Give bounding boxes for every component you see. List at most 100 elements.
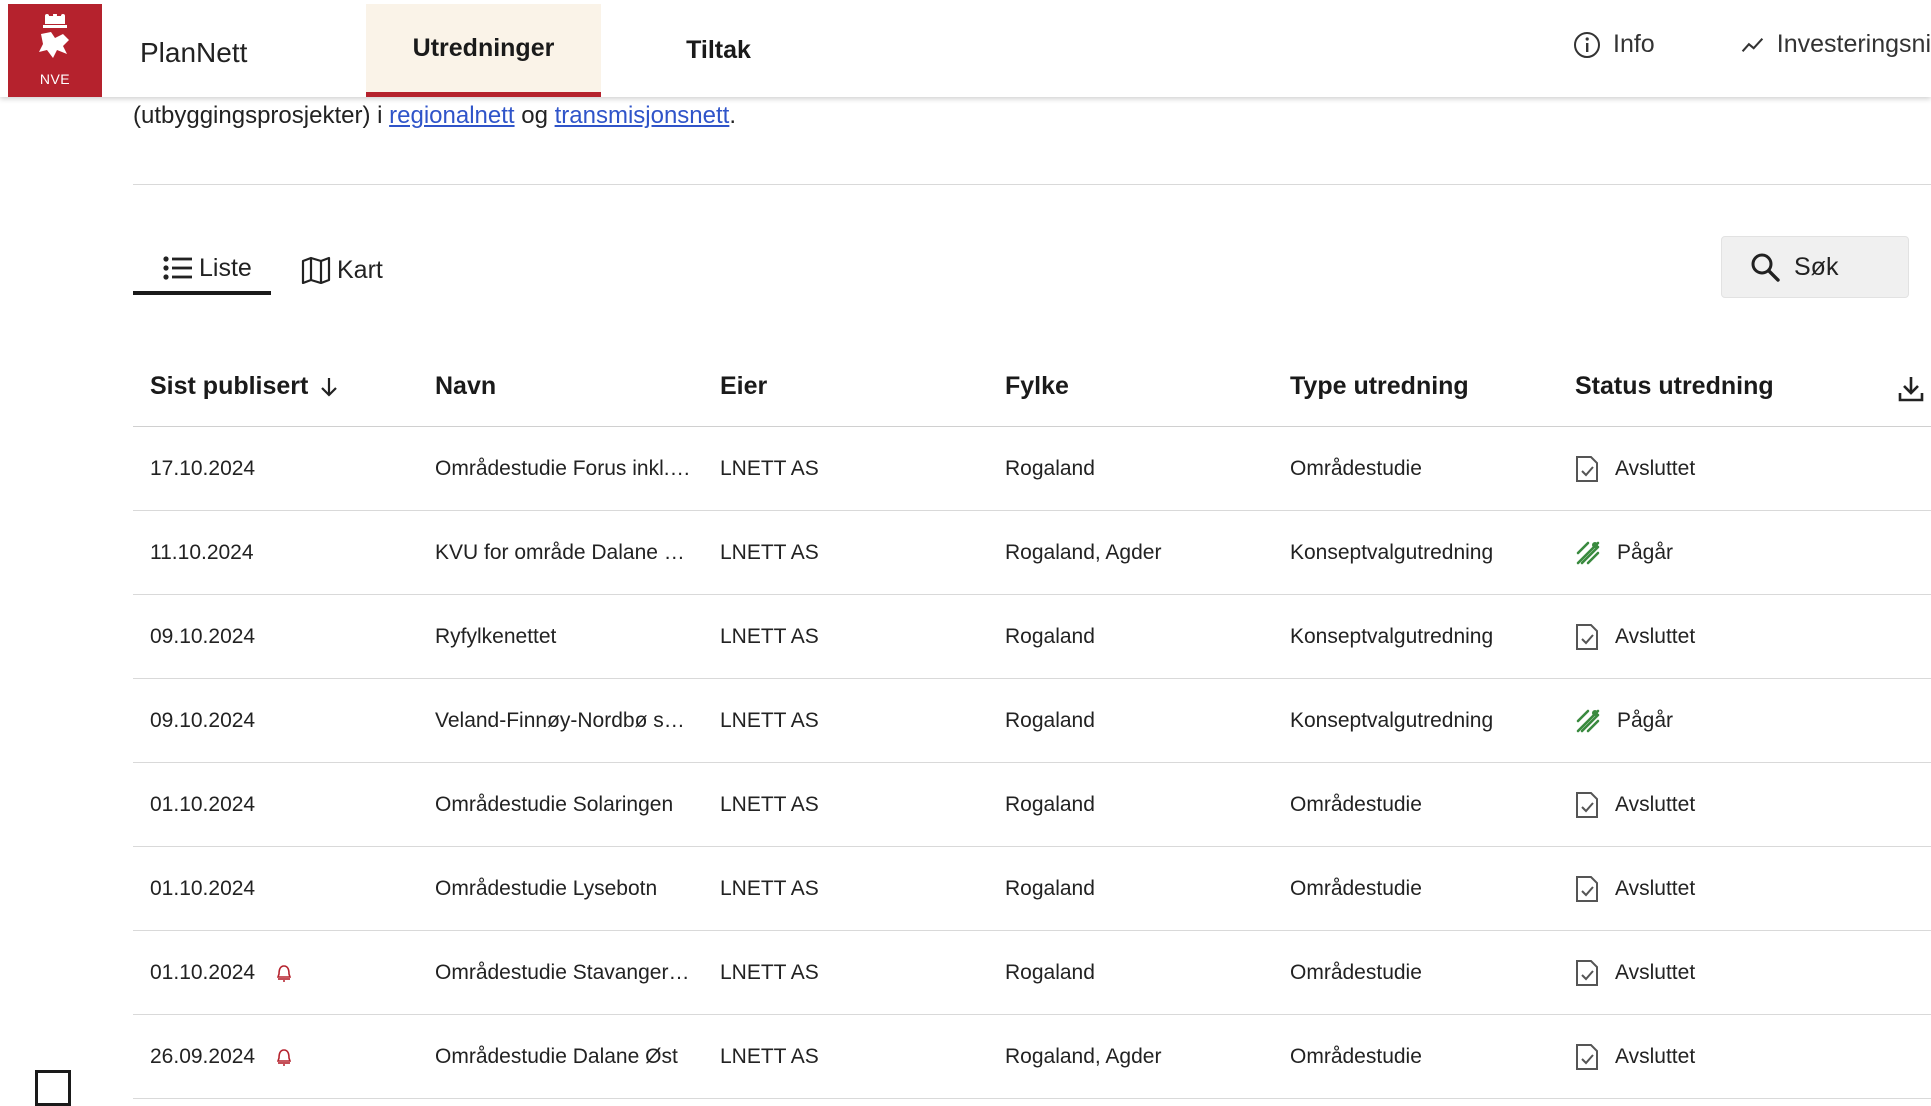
crown-emblem-icon [39, 13, 69, 58]
cell-name[interactable]: Områdestudie Dalane Øst [435, 1015, 705, 1099]
completed-document-icon [1575, 623, 1599, 651]
view-tab-liste[interactable]: Liste [133, 245, 271, 295]
cell-county: Rogaland [1005, 793, 1095, 816]
logo-text: NVE [39, 71, 71, 87]
status-text: Avsluttet [1615, 1045, 1696, 1068]
cell-owner: LNETT AS [720, 709, 819, 732]
view-tab-liste-label: Liste [199, 253, 252, 282]
cell-owner: LNETT AS [720, 793, 819, 816]
column-header-eier[interactable]: Eier [720, 372, 767, 401]
table-row[interactable]: 01.10.2024 Områdestudie Solaringen LNETT A… [133, 763, 1931, 847]
column-header-navn[interactable]: Navn [435, 372, 496, 401]
table-row[interactable]: 01.10.2024 Områdestudie Stavanger… LNETT A… [133, 931, 1931, 1015]
intro-prefix: (utbyggingsprosjekter) i [133, 102, 390, 129]
view-tab-kart[interactable]: Kart [301, 245, 383, 295]
cell-type: Konseptvalgutredning [1290, 625, 1494, 648]
nav-tab-tiltak[interactable]: Tiltak [601, 4, 836, 97]
edit-icon[interactable] [35, 1070, 71, 1106]
status-text: Pågår [1617, 709, 1674, 732]
top-navigation-bar: NVE PlanNett Utredninger Tiltak Info Inv… [0, 0, 1931, 97]
date-text: 17.10.2024 [150, 457, 256, 480]
cell-name[interactable]: Ryfylkenettet [435, 595, 705, 679]
table-row[interactable]: 09.10.2024 Ryfylkenettet LNETT AS Rogaland K… [133, 595, 1931, 679]
status-text: Avsluttet [1615, 961, 1696, 984]
date-text: 09.10.2024 [150, 709, 256, 732]
cell-type: Områdestudie [1290, 877, 1422, 900]
completed-document-icon [1575, 959, 1599, 987]
cell-owner: LNETT AS [720, 877, 819, 900]
status-text: Avsluttet [1615, 877, 1696, 900]
completed-document-icon [1575, 875, 1599, 903]
view-tab-kart-label: Kart [337, 255, 383, 284]
cell-owner: LNETT AS [720, 625, 819, 648]
column-header-sist-publisert[interactable]: Sist publisert [150, 372, 340, 401]
cell-date: 01.10.2024 [150, 931, 410, 1015]
cell-county: Rogaland, Agder [1005, 1045, 1162, 1068]
info-label: Info [1613, 30, 1655, 58]
transmisjonsnett-link[interactable]: transmisjonsnett [555, 102, 730, 129]
column-header-fylke[interactable]: Fylke [1005, 372, 1069, 401]
date-text: 01.10.2024 [150, 961, 256, 984]
status-text: Avsluttet [1615, 625, 1696, 648]
table-row[interactable]: 11.10.2024 KVU for område Dalane … LNETT A… [133, 511, 1931, 595]
cell-name[interactable]: Områdestudie Stavanger… [435, 931, 705, 1015]
cell-type: Områdestudie [1290, 1045, 1422, 1068]
divider [133, 184, 1931, 185]
cell-status: Avsluttet [1575, 847, 1915, 931]
search-button[interactable]: Søk [1721, 236, 1909, 298]
cell-county: Rogaland [1005, 877, 1095, 900]
table-row[interactable]: 01.10.2024 Områdestudie Lysebotn LNETT AS R… [133, 847, 1931, 931]
table-row[interactable]: 09.10.2024 Veland-Finnøy-Nordbø s… LNETT A… [133, 679, 1931, 763]
cell-type: Områdestudie [1290, 961, 1422, 984]
cell-owner: LNETT AS [720, 961, 819, 984]
cell-name[interactable]: Områdestudie Solaringen [435, 763, 705, 847]
status-text: Pågår [1617, 541, 1674, 564]
date-text: 01.10.2024 [150, 877, 256, 900]
cell-date: 01.10.2024 [150, 763, 410, 847]
cell-name[interactable]: KVU for område Dalane … [435, 511, 705, 595]
completed-document-icon [1575, 791, 1599, 819]
download-button[interactable] [1898, 375, 1924, 408]
cell-date: 11.10.2024 [150, 511, 410, 595]
completed-document-icon [1575, 455, 1599, 483]
app-name[interactable]: PlanNett [140, 37, 247, 69]
column-header-status-utredning[interactable]: Status utredning [1575, 372, 1774, 401]
cell-status: Avsluttet [1575, 427, 1915, 511]
notification-bell-icon [277, 1048, 292, 1066]
cell-date: 01.10.2024 [150, 847, 410, 931]
cell-county: Rogaland [1005, 625, 1095, 648]
cell-type: Områdestudie [1290, 457, 1422, 480]
nve-logo[interactable]: NVE [8, 4, 102, 97]
cell-county: Rogaland [1005, 709, 1095, 732]
regionalnett-link[interactable]: regionalnett [389, 102, 514, 129]
cell-county: Rogaland [1005, 961, 1095, 984]
cell-type: Konseptvalgutredning [1290, 541, 1494, 564]
table-row[interactable]: 26.09.2024 Områdestudie Dalane Øst LNETT A… [133, 1015, 1931, 1099]
notification-bell-icon [277, 964, 292, 982]
cell-type: Konseptvalgutredning [1290, 709, 1494, 732]
cell-name[interactable]: Veland-Finnøy-Nordbø s… [435, 679, 705, 763]
date-text: 09.10.2024 [150, 625, 256, 648]
cell-type: Områdestudie [1290, 793, 1422, 816]
intro-middle: og [514, 102, 555, 129]
status-text: Avsluttet [1615, 793, 1696, 816]
search-label: Søk [1794, 252, 1839, 281]
status-text: Avsluttet [1615, 457, 1696, 480]
cell-status: Pågår [1575, 679, 1915, 763]
intro-suffix: . [729, 102, 737, 129]
cell-date: 09.10.2024 [150, 679, 410, 763]
cell-name[interactable]: Områdestudie Forus inkl.… [435, 427, 705, 511]
cell-name[interactable]: Områdestudie Lysebotn [435, 847, 705, 931]
nav-tab-utredninger[interactable]: Utredninger [366, 4, 601, 97]
map-icon [301, 256, 331, 284]
cell-date: 17.10.2024 [150, 427, 410, 511]
cell-owner: LNETT AS [720, 1045, 819, 1068]
info-icon [1574, 31, 1600, 58]
completed-document-icon [1575, 1043, 1599, 1071]
table-row[interactable]: 17.10.2024 Områdestudie Forus inkl.… LNETT… [133, 427, 1931, 511]
date-text: 01.10.2024 [150, 793, 256, 816]
download-icon [1898, 377, 1924, 402]
column-header-type-utredning[interactable]: Type utredning [1290, 372, 1469, 401]
info-link[interactable]: Info [1573, 30, 1655, 59]
investment-link[interactable]: Investeringsni [1741, 30, 1931, 59]
